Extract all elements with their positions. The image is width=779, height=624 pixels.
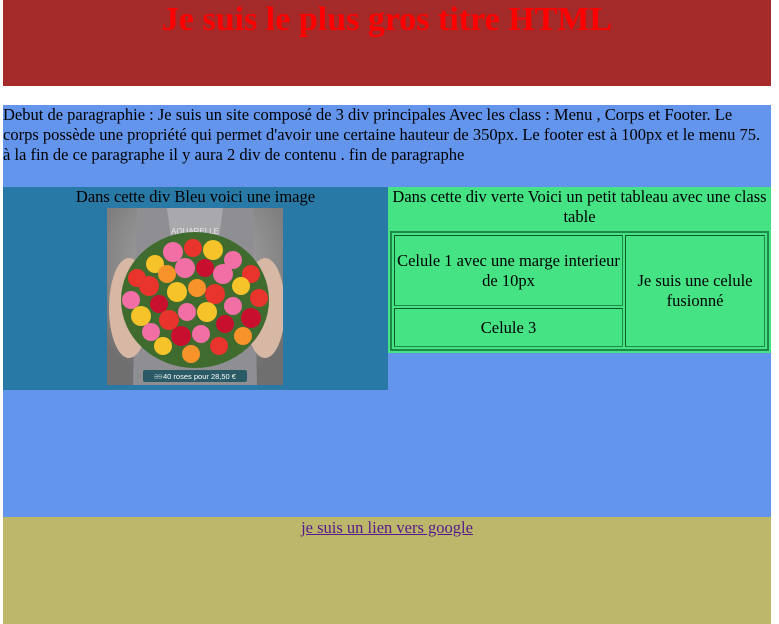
blue-div-caption: Dans cette div Bleu voici une image bbox=[75, 187, 316, 206]
google-link[interactable]: je suis un lien vers google bbox=[301, 518, 473, 538]
green-div-caption: Dans cette div verte Voici un petit tabl… bbox=[392, 187, 767, 226]
price-banner: 40 roses pour 28,50 € bbox=[163, 372, 237, 381]
banner-old-price: 39 bbox=[154, 372, 162, 381]
content-table: Celule 1 avec une marge interieur de 10p… bbox=[390, 231, 769, 351]
blue-div: Dans cette div Bleu voici une image AQUA… bbox=[3, 187, 388, 390]
roses-bouquet-image: AQUARELLE 39 40 roses pour 28,50 € bbox=[107, 208, 283, 385]
intro-paragraph: Debut de paragraphie : Je suis un site c… bbox=[3, 105, 761, 164]
corps: Debut de paragraphie : Je suis un site c… bbox=[3, 105, 771, 517]
table-cell-merged: Je suis une celule fusionné bbox=[625, 235, 765, 347]
table-cell-1: Celule 1 avec une marge interieur de 10p… bbox=[394, 235, 623, 307]
green-div: Dans cette div verte Voici un petit tabl… bbox=[388, 187, 771, 353]
table-cell-3: Celule 3 bbox=[394, 308, 623, 347]
page-title: Je suis le plus gros titre HTML bbox=[161, 1, 613, 38]
menu: Je suis le plus gros titre HTML bbox=[3, 0, 771, 86]
footer: je suis un lien vers google bbox=[3, 517, 771, 624]
